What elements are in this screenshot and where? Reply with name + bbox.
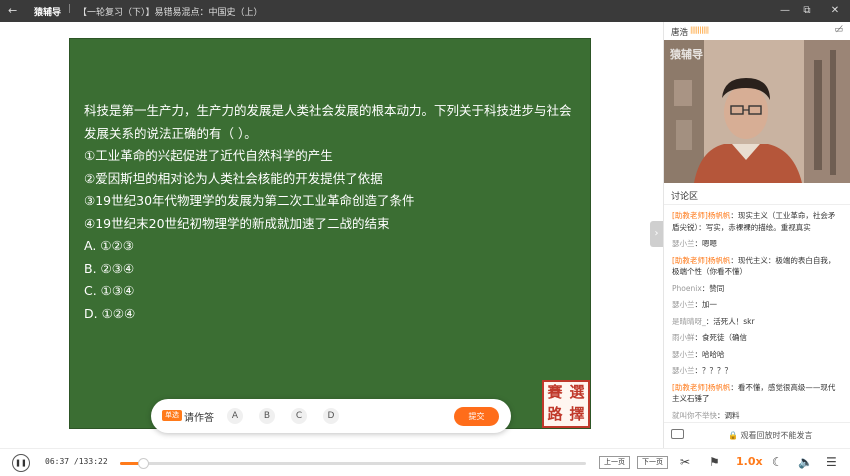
stamp-char: 擇 xyxy=(569,405,585,423)
question-line: ①工业革命的兴起促进了近代自然科学的产生 xyxy=(84,148,333,163)
answer-bar: 单选 请作答 A B C D 提交 xyxy=(151,399,511,433)
chat-list: [助教老师]杨帆帆：现实主义（工业革命，社会矛盾尖锐）：写实，赤裸裸的描绘。重视… xyxy=(664,208,850,420)
chat-message: 是晴晴呀_：活死人！skr xyxy=(664,314,850,331)
replay-chat-disabled-note: 🔒 观看回放时不能发言 xyxy=(728,431,813,440)
chat-user: 瑟小兰 xyxy=(672,349,695,359)
option-c-button[interactable]: C xyxy=(291,408,307,424)
question-line: ②爱因斯坦的相对论为人类社会核能的开发提供了依据 xyxy=(84,170,383,186)
discussion-header: 讨论区 xyxy=(664,183,850,205)
stamp-char: 選 xyxy=(569,383,585,401)
submit-button[interactable]: 提交 xyxy=(454,407,499,426)
back-arrow-icon[interactable]: ← xyxy=(8,4,17,17)
chat-text: ：嗯嗯 xyxy=(694,239,718,248)
chat-message: 瑟小兰：嗯嗯 xyxy=(664,236,850,253)
answer-prompt: 请作答 xyxy=(184,413,214,424)
restore-button[interactable]: ⧉ xyxy=(798,3,816,19)
option-a-button[interactable]: A xyxy=(227,408,243,424)
chat-user: Phoenix xyxy=(672,283,702,293)
progress-track[interactable] xyxy=(120,458,586,469)
lesson-stage: 科技是第一生产力，生产力的发展是人类社会发展的根本动力。下列关于科技进步与社会 … xyxy=(0,22,663,448)
prev-page-button[interactable]: 上一页 xyxy=(599,456,630,469)
next-page-button[interactable]: 下一页 xyxy=(637,456,668,469)
chat-text: ：哈哈哈 xyxy=(694,349,725,359)
chalkboard: 科技是第一生产力，生产力的发展是人类社会发展的根本动力。下列关于科技进步与社会 … xyxy=(69,38,591,429)
chat-user: 瑟小兰 xyxy=(672,300,695,309)
chevron-right-icon[interactable]: › xyxy=(650,221,663,247)
stamp-char: 路 xyxy=(547,405,563,423)
choice-b: B. ②③④ xyxy=(84,260,135,276)
chat-text: ：？？？？ xyxy=(694,366,733,375)
title-bar: ← 猿辅导 | 【一轮复习（下）】易错易混点：中国史（上） — ⧉ ✕ xyxy=(0,0,850,22)
progress-knob[interactable] xyxy=(138,458,150,469)
chat-footer: 🔒 观看回放时不能发言 xyxy=(664,422,850,446)
chat-user: 是晴晴呀_ xyxy=(672,316,706,326)
choice-a: A. ①②③ xyxy=(84,238,134,253)
chat-message: [助教老师]杨帆帆：现代主义：极端的表白自我，极端个性（你看不懂） xyxy=(664,253,850,281)
teacher-video: 猿辅导 xyxy=(664,40,850,183)
image-icon[interactable] xyxy=(671,429,684,439)
option-b-button[interactable]: B xyxy=(259,408,275,424)
signal-strength: |||||||||| xyxy=(690,26,709,34)
chat-user: [助教老师]杨帆帆 xyxy=(672,255,731,265)
chat-message: Phoenix：赞同 xyxy=(664,281,850,298)
question-line: 发展关系的说法正确的有（ ）。 xyxy=(84,125,257,141)
sidebar: 唐浩 |||||||||| ▭̸ 猿辅导 讨论区 [助教老师]杨帆帆：现实主义（… xyxy=(663,22,850,448)
scissors-icon[interactable]: ✂ xyxy=(680,455,690,469)
discussion-title: 讨论区 xyxy=(671,192,699,202)
video-watermark: 猿辅导 xyxy=(670,48,703,61)
choice-d: D. ①②④ xyxy=(84,305,136,321)
chat-message: [助教老师]杨帆帆：看不懂，感觉很高级——现代主义石锤了 xyxy=(664,380,850,408)
total-time: /133:22 xyxy=(73,457,108,466)
camera-off-icon[interactable]: ▭̸ xyxy=(834,25,843,35)
player-controls: ❚❚ 06:37 /133:22 上一页 下一页 ✂ ⚑ 1.0x ☾ 🔈 ☰ xyxy=(0,448,850,476)
volume-icon[interactable]: 🔈 xyxy=(798,455,813,469)
chat-text: ：活死人！skr xyxy=(705,316,755,326)
menu-icon[interactable]: ☰ xyxy=(826,455,837,469)
question-text: 科技是第一生产力，生产力的发展是人类社会发展的根本动力。下列关于科技进步与社会 … xyxy=(84,100,580,325)
app-name: 猿辅导 xyxy=(34,8,62,18)
flag-icon[interactable]: ⚑ xyxy=(709,455,720,469)
chat-text: ：食死徒（确信 xyxy=(694,333,748,342)
chat-user: [助教老师]杨帆帆 xyxy=(672,211,731,220)
title-separator: | xyxy=(68,4,72,14)
seal-stamp: 賽 選 路 擇 xyxy=(542,380,590,428)
playback-time: 06:37 /133:22 xyxy=(45,457,108,466)
question-line: ③19世纪30年代物理学的发展为第二次工业革命创造了条件 xyxy=(84,193,415,208)
chat-message: 瑟小兰：？？？？ xyxy=(664,363,850,380)
chat-message: 瑟小兰：加一 xyxy=(664,297,850,314)
teacher-name: 唐浩 xyxy=(671,28,689,38)
close-button[interactable]: ✕ xyxy=(826,3,844,19)
chat-user: 瑟小兰 xyxy=(672,239,695,248)
option-d-button[interactable]: D xyxy=(323,408,339,424)
pause-icon[interactable]: ❚❚ xyxy=(12,454,30,472)
lesson-title: 【一轮复习（下）】易错易混点：中国史（上） xyxy=(78,8,263,18)
current-time: 06:37 xyxy=(45,457,70,466)
chat-message: 瑟小兰：哈哈哈 xyxy=(664,347,850,364)
playback-speed[interactable]: 1.0x xyxy=(736,455,763,468)
single-choice-tag: 单选 xyxy=(162,410,182,421)
chat-text: ：调料 xyxy=(717,410,740,420)
teacher-info: 唐浩 |||||||||| ▭̸ xyxy=(664,22,850,40)
chat-message: [助教老师]杨帆帆：现实主义（工业革命，社会矛盾尖锐）：写实，赤裸裸的描绘。重视… xyxy=(664,208,850,236)
question-line: 科技是第一生产力，生产力的发展是人类社会发展的根本动力。下列关于科技进步与社会 xyxy=(84,103,572,118)
chat-message: 雨小鲜：食死徒（确信 xyxy=(664,330,850,347)
chat-text: ：加一 xyxy=(694,300,718,309)
chat-message: 就叫你不举快：调料 xyxy=(664,408,850,421)
question-line: ④19世纪末20世纪初物理学的新成就加速了二战的结束 xyxy=(84,215,390,231)
chat-text: ：赞同 xyxy=(701,283,725,293)
minimize-button[interactable]: — xyxy=(776,3,794,19)
chat-user: 就叫你不举快 xyxy=(672,410,717,420)
chat-user: [助教老师]杨帆帆 xyxy=(672,382,731,392)
chat-user: 雨小鲜 xyxy=(672,333,695,342)
choice-c: C. ①③④ xyxy=(84,283,135,298)
chat-user: 瑟小兰 xyxy=(672,366,695,375)
moon-icon[interactable]: ☾ xyxy=(772,455,783,469)
stamp-char: 賽 xyxy=(547,383,563,401)
